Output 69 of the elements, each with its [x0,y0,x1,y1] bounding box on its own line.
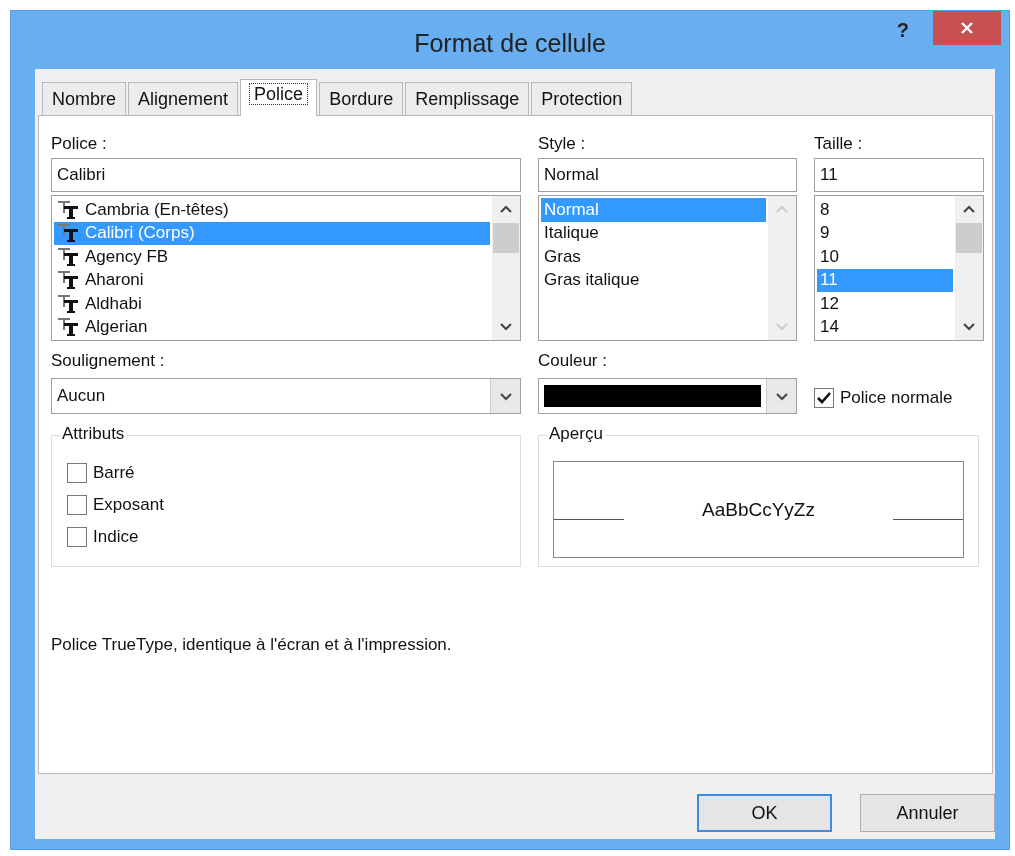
close-button[interactable] [933,11,1001,45]
list-item[interactable]: 14 [817,315,953,339]
scrollbar[interactable] [955,196,983,340]
checkbox-label[interactable]: Indice [93,527,139,547]
scroll-down-icon [775,321,789,332]
dropdown-button[interactable] [490,379,520,413]
ok-button[interactable]: OK [697,794,832,832]
list-item[interactable]: Cambria (En-têtes) [54,198,490,222]
scroll-up-icon [962,204,976,215]
field-label: Soulignement : [51,351,166,372]
checkmark-icon [817,392,831,404]
checkbox[interactable] [814,388,834,408]
truetype-icon [57,270,81,291]
checkbox-label[interactable]: Police normale [840,388,953,408]
field-label: Couleur : [538,351,608,372]
close-icon [959,20,975,36]
checkbox[interactable] [67,495,87,515]
list-item[interactable]: Algerian [54,315,490,339]
checkbox[interactable] [67,463,87,483]
help-button[interactable]: ? [896,19,909,42]
list-item[interactable]: Aldhabi [54,292,490,316]
list-item[interactable]: Aharoni [54,268,490,292]
chevron-down-icon [498,390,513,402]
tab[interactable]: Police [240,79,318,116]
tab[interactable]: Alignement [128,82,239,115]
dropdown-value: Aucun [56,385,107,407]
text-field[interactable]: Normal [538,158,797,192]
truetype-icon [57,199,81,220]
description-text: Police TrueType, identique à l'écran et à l'impression. [51,635,453,655]
window-title: Format de cellule [414,27,606,58]
list-item[interactable]: 9 [817,221,953,245]
preview-text: AaBbCcYyZz [702,498,815,521]
field-label: Police : [51,134,108,155]
tab[interactable]: Nombre [42,82,127,115]
checkbox-label[interactable]: Barré [93,463,135,483]
scroll-down-icon [499,321,513,332]
scroll-down-icon [962,321,976,332]
truetype-icon [57,317,81,338]
list-item[interactable]: 12 [817,292,953,316]
truetype-icon [57,246,81,267]
scrollbar[interactable] [492,196,520,340]
dropdown[interactable]: Aucun [51,378,521,414]
checkbox-label[interactable]: Exposant [93,495,164,515]
cancel-button[interactable]: Annuler [860,794,995,832]
tab[interactable]: Remplissage [405,82,530,115]
list-item[interactable]: Agency FB [54,245,490,269]
scrollbar[interactable] [768,196,796,340]
list-item[interactable]: 10 [817,245,953,269]
truetype-icon [57,223,81,244]
field-label: Taille : [814,134,864,155]
text-field[interactable]: 11 [814,158,984,192]
truetype-icon [57,293,81,314]
list-item[interactable]: Gras italique [541,268,766,292]
scroll-thumb[interactable] [493,223,519,253]
tab[interactable]: Bordure [319,82,404,115]
text-field[interactable]: Calibri [51,158,521,192]
list-item[interactable]: Gras [541,245,766,269]
tab[interactable]: Protection [531,82,633,115]
checkbox[interactable] [67,527,87,547]
scroll-up-icon [499,204,513,215]
dropdown-button[interactable] [766,379,796,413]
color-dropdown[interactable] [538,378,797,414]
chevron-down-icon [774,390,789,402]
scroll-thumb[interactable] [956,223,982,253]
group-title: Aperçu [547,424,605,444]
list-item[interactable]: Italique [541,221,766,245]
list-item[interactable]: 8 [817,198,953,222]
scroll-up-icon [775,204,789,215]
field-label: Style : [538,134,587,155]
